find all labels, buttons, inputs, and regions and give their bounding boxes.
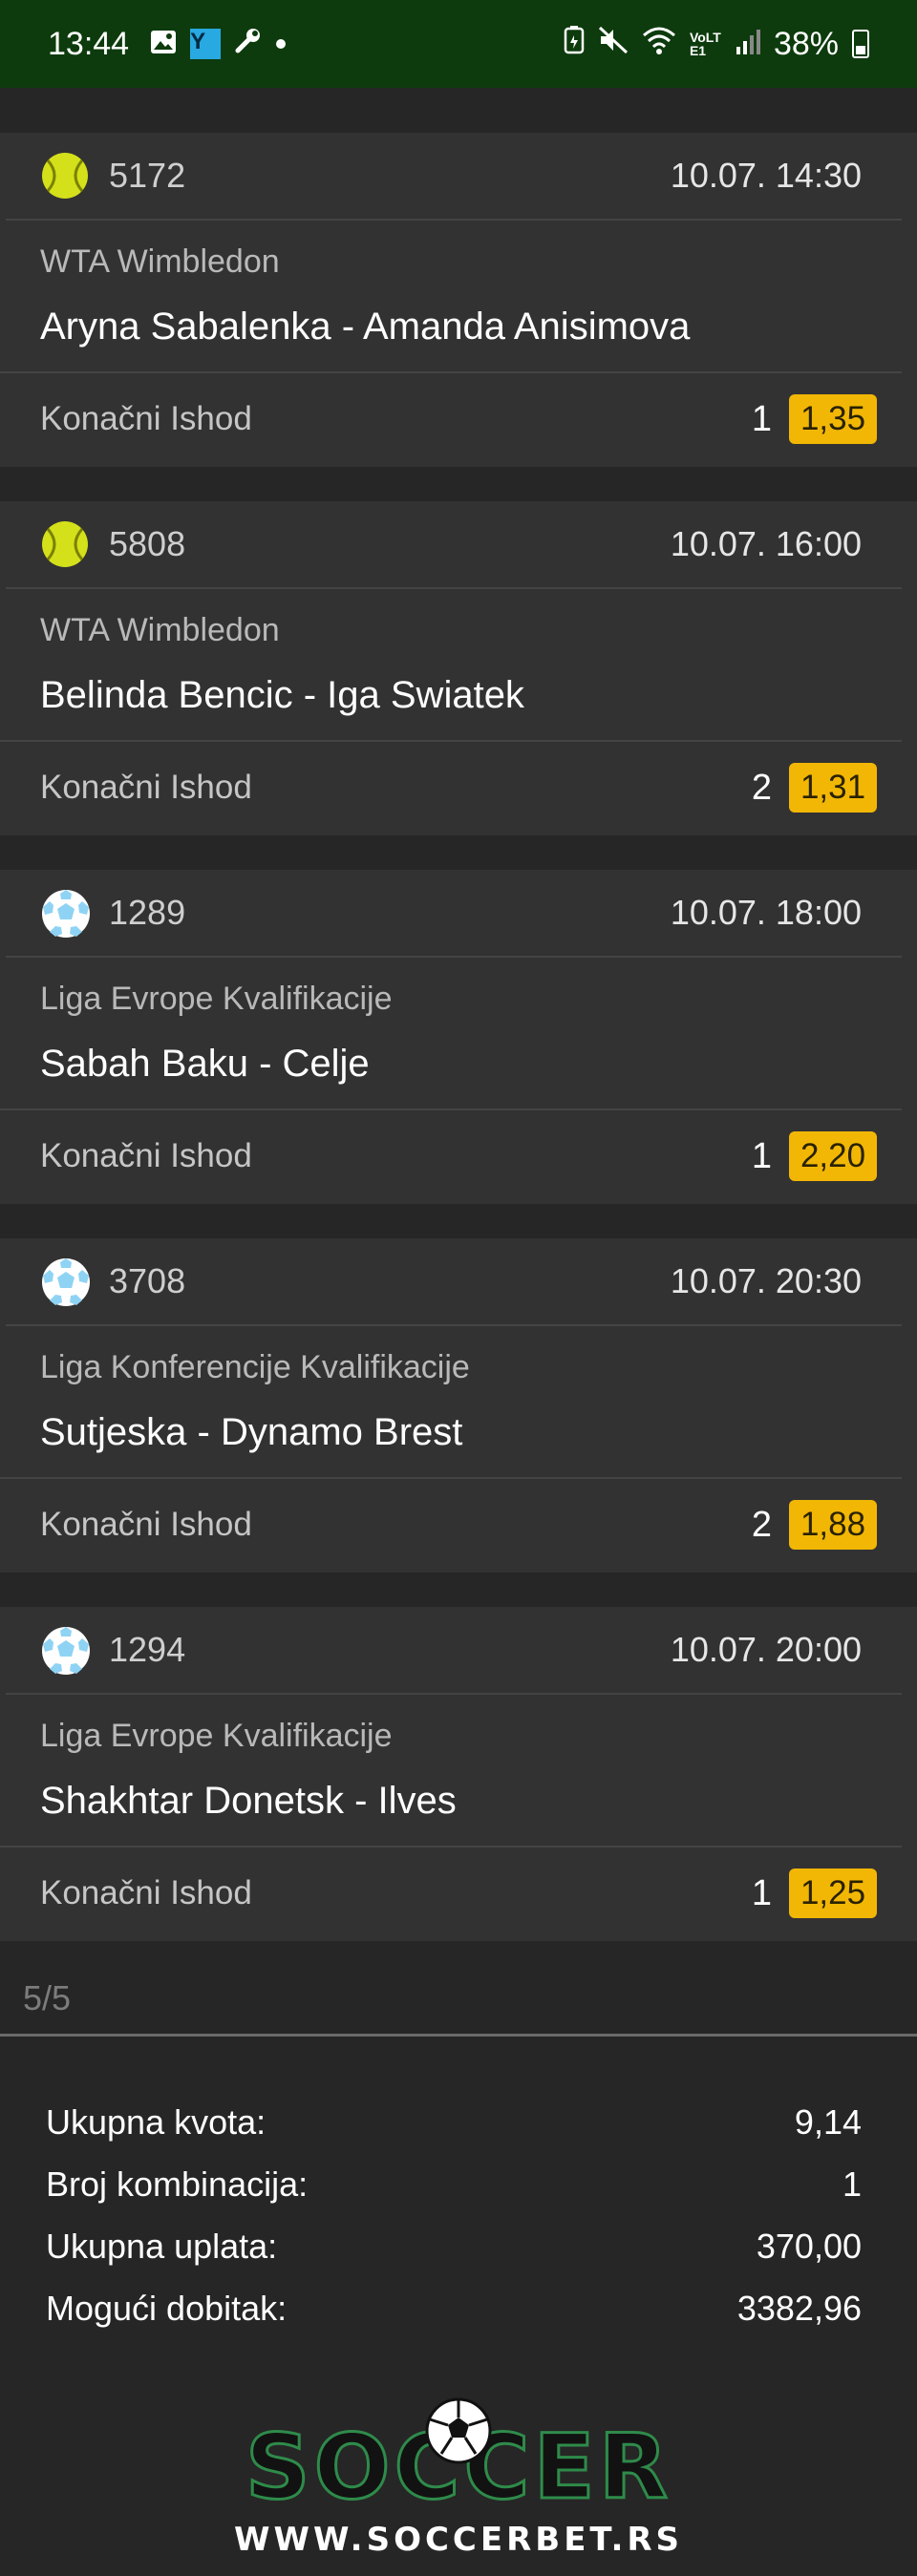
pick-value: 2 (751, 1504, 772, 1545)
pick-value: 1 (751, 1135, 772, 1176)
logo-wordmark: SOCCER (244, 2397, 672, 2514)
match-teams: Sabah Baku - Celje (40, 1043, 370, 1085)
match-id: 1289 (109, 893, 186, 932)
summary-value: 1 (842, 2164, 862, 2204)
match-teams: Belinda Bencic - Iga Swiatek (40, 674, 524, 716)
match-body: WTA Wimbledon Aryna Sabalenka - Amanda An… (0, 221, 902, 373)
battery-saver-icon (564, 25, 585, 63)
battery-percent: 38% (773, 25, 839, 62)
football-icon (40, 1256, 90, 1306)
tennis-ball-icon (40, 151, 90, 201)
summary-row: Ukupna kvota: 9,14 (46, 2091, 862, 2153)
league-name: Liga Konferencije Kvalifikacije (40, 1349, 470, 1385)
status-time: 13:44 (48, 25, 130, 62)
match-id: 1294 (109, 1630, 186, 1669)
match-card[interactable]: 1289 10.07. 18:00 Liga Evrope Kvalifikacij… (0, 870, 917, 1204)
mute-icon (598, 26, 629, 63)
summary-value: 370,00 (756, 2226, 862, 2266)
summary-value: 9,14 (794, 2101, 862, 2142)
summary-label: Broj kombinacija: (46, 2164, 309, 2204)
match-body: Liga Evrope Kvalifikacije Sabah Baku - Ce… (0, 958, 902, 1110)
signal-icon (736, 26, 760, 63)
selection-count: 5/5 (23, 1978, 72, 2017)
summary-value: 3382,96 (736, 2288, 862, 2328)
match-id: 3708 (109, 1261, 186, 1300)
match-bet: Konačni Ishod 2 1,88 (0, 1479, 917, 1571)
match-header: 5808 10.07. 16:00 (6, 501, 902, 589)
odd-badge: 1,35 (789, 394, 877, 444)
match-bet: Konačni Ishod 1 1,25 (0, 1848, 917, 1939)
match-header: 5172 10.07. 14:30 (6, 133, 902, 221)
match-date: 10.07. 20:00 (670, 1630, 862, 1669)
match-card[interactable]: 1294 10.07. 20:00 Liga Evrope Kvalifikacij… (0, 1607, 917, 1941)
summary-label: Mogući dobitak: (46, 2288, 288, 2328)
match-header: 1294 10.07. 20:00 (6, 1607, 902, 1695)
match-body: WTA Wimbledon Belinda Bencic - Iga Swiate… (0, 589, 902, 742)
status-bar: 13:44 Y VoLTE1 38% (0, 0, 917, 88)
odd-badge: 2,20 (789, 1131, 877, 1181)
match-teams: Aryna Sabalenka - Amanda Anisimova (40, 306, 691, 348)
summary-row: Ukupna uplata: 370,00 (46, 2215, 862, 2277)
league-name: Liga Evrope Kvalifikacije (40, 981, 393, 1017)
market-name: Konačni Ishod (40, 400, 252, 437)
match-id: 5808 (109, 524, 186, 563)
match-bet: Konačni Ishod 1 2,20 (0, 1110, 917, 1202)
match-header: 3708 10.07. 20:30 (6, 1238, 902, 1326)
logo-url: WWW.SOCCERBET.RS (233, 2521, 684, 2559)
match-list: 5172 10.07. 14:30 WTA Wimbledon Aryna Sabal… (0, 133, 917, 1975)
market-name: Konačni Ishod (40, 1874, 252, 1911)
match-bet: Konačni Ishod 2 1,31 (0, 742, 917, 834)
match-date: 10.07. 20:30 (670, 1261, 862, 1300)
volte-label: VoLTE1 (689, 30, 721, 58)
pick-value: 2 (751, 767, 772, 808)
battery-icon (852, 30, 869, 58)
football-logo-icon (424, 2391, 493, 2481)
football-icon (40, 888, 90, 938)
match-date: 10.07. 18:00 (670, 893, 862, 932)
image-icon (150, 26, 177, 63)
tennis-ball-icon (40, 519, 90, 569)
football-icon (40, 1625, 90, 1675)
match-body: Liga Evrope Kvalifikacije Shakhtar Donets… (0, 1695, 902, 1848)
dot-icon (276, 39, 287, 49)
summary-label: Ukupna kvota: (46, 2101, 267, 2142)
odd-badge: 1,25 (789, 1869, 877, 1918)
market-name: Konačni Ishod (40, 1506, 252, 1543)
match-id: 5172 (109, 156, 186, 195)
y-app-icon: Y (190, 29, 222, 59)
pick-value: 1 (751, 1872, 772, 1913)
match-date: 10.07. 16:00 (670, 524, 862, 563)
pick-value: 1 (751, 398, 772, 439)
summary-row: Mogući dobitak: 3382,96 (46, 2277, 862, 2339)
match-body: Liga Konferencije Kvalifikacije Sutjeska … (0, 1326, 902, 1479)
match-card[interactable]: 5172 10.07. 14:30 WTA Wimbledon Aryna Sabal… (0, 133, 917, 467)
market-name: Konačni Ishod (40, 769, 252, 806)
odd-badge: 1,31 (789, 763, 877, 813)
soccerbet-logo: SOCCER WWW.SOCCERBET.RS (0, 2397, 917, 2559)
market-name: Konačni Ishod (40, 1137, 252, 1174)
match-teams: Sutjeska - Dynamo Brest (40, 1411, 463, 1453)
match-teams: Shakhtar Donetsk - Ilves (40, 1780, 457, 1822)
summary-label: Ukupna uplata: (46, 2226, 278, 2266)
match-card[interactable]: 5808 10.07. 16:00 WTA Wimbledon Belinda Ben… (0, 501, 917, 835)
match-bet: Konačni Ishod 1 1,35 (0, 373, 917, 465)
league-name: WTA Wimbledon (40, 243, 280, 280)
league-name: Liga Evrope Kvalifikacije (40, 1718, 393, 1754)
odd-badge: 1,88 (789, 1500, 877, 1550)
tool-icon (234, 26, 263, 63)
match-header: 1289 10.07. 18:00 (6, 870, 902, 958)
ticket-summary: Ukupna kvota: 9,14 Broj kombinacija: 1 Ukupn… (46, 2091, 862, 2339)
summary-row: Broj kombinacija: 1 (46, 2153, 862, 2215)
divider (0, 2034, 917, 2037)
league-name: WTA Wimbledon (40, 612, 280, 648)
match-date: 10.07. 14:30 (670, 156, 862, 195)
wifi-icon (642, 26, 676, 63)
match-card[interactable]: 3708 10.07. 20:30 Liga Konferencije Kvalif… (0, 1238, 917, 1573)
